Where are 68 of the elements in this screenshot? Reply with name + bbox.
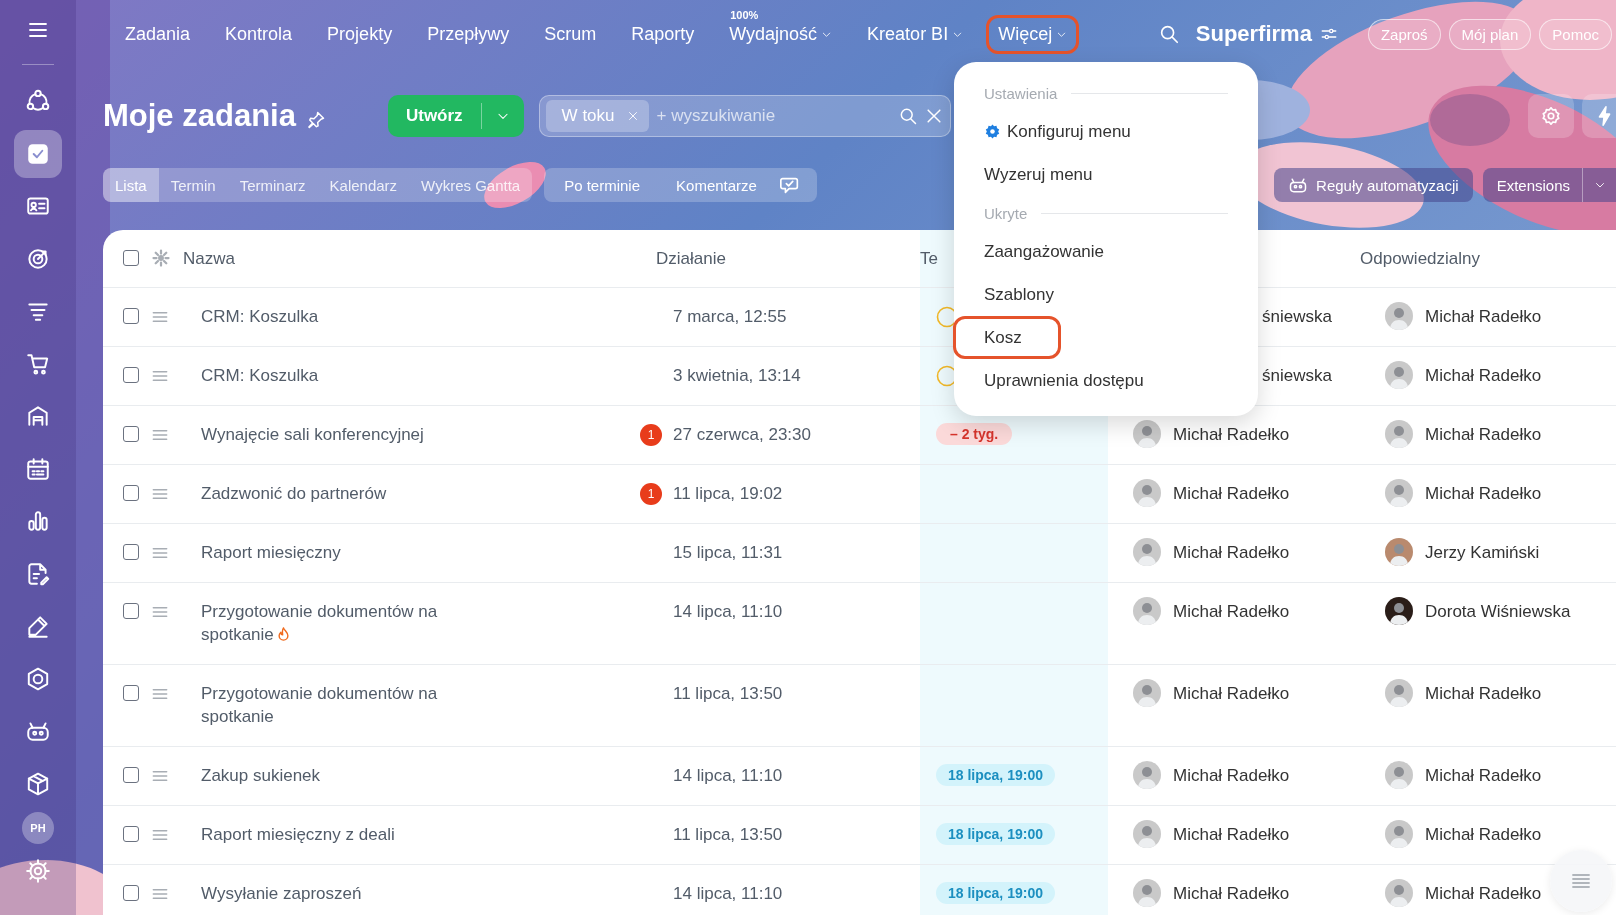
person-name[interactable]: Michał Radełko <box>1173 600 1290 623</box>
activity-date: 11 lipca, 13:50 <box>672 683 783 705</box>
activity-date: 3 kwietnia, 13:14 <box>672 365 801 387</box>
nav-item[interactable]: Projekty <box>315 14 405 54</box>
person-name[interactable]: Dorota Wiśniewska <box>1425 600 1571 623</box>
column-header[interactable]: Działanie <box>656 247 726 270</box>
activity-date: 14 lipca, 11:10 <box>672 601 783 623</box>
nav-item[interactable]: Kontrola <box>213 14 305 54</box>
person-name[interactable]: Michał Radełko <box>1425 423 1542 446</box>
task-name[interactable]: Przygotowanie dokumentów na spotkanie <box>192 600 452 646</box>
person-name[interactable]: Michał Radełko <box>1425 482 1542 505</box>
person-name[interactable]: Michał Radełko <box>1173 882 1290 905</box>
activity-date: 11 lipca, 19:02 <box>672 483 783 505</box>
column-header[interactable]: Nazwa <box>183 247 235 270</box>
menu-item[interactable]: Uprawnienia dostępu <box>982 359 1228 402</box>
menu-item[interactable]: Szablony <box>982 273 1228 316</box>
column-header[interactable]: Odpowiedzialny <box>1360 247 1480 270</box>
person-name[interactable]: Michał Radełko <box>1425 682 1542 705</box>
task-name[interactable]: Wysyłanie zaproszeń <box>192 882 362 905</box>
activity-date: 15 lipca, 11:31 <box>672 542 783 564</box>
menu-item[interactable]: Wyzeruj menu <box>982 153 1228 196</box>
comment-count: 1 <box>640 483 662 505</box>
nav-item[interactable]: Zadania <box>113 14 203 54</box>
person-name[interactable]: Michał Radełko <box>1425 764 1542 787</box>
company-name: Superfirma <box>1195 21 1312 47</box>
activity-date: 27 czerwca, 23:30 <box>672 424 811 446</box>
person-name[interactable]: Michał Radełko <box>1425 364 1542 387</box>
nav-item[interactable]: Więcej <box>986 14 1080 54</box>
activity-date: 11 lipca, 13:50 <box>672 824 783 846</box>
comment-count: 1 <box>640 424 662 446</box>
task-name[interactable]: Zadzwonić do partnerów <box>192 482 387 505</box>
activity-date: 14 lipca, 11:10 <box>672 765 783 787</box>
nav-item[interactable]: Raporty <box>619 14 707 54</box>
person-name[interactable]: Michał Radełko <box>1425 823 1542 846</box>
menu-item[interactable]: Konfiguruj menu <box>982 110 1228 153</box>
person-name[interactable]: śniewska <box>1262 305 1332 328</box>
activity-date: 14 lipca, 11:10 <box>672 883 783 905</box>
task-name[interactable]: Raport miesięczny <box>192 541 341 564</box>
task-name[interactable]: Wynajęcie sali konferencyjnej <box>192 423 424 446</box>
person-name[interactable]: Michał Radełko <box>1173 682 1290 705</box>
nav-item[interactable]: Kreator BI <box>855 14 976 54</box>
section-heading: Ustawienia <box>984 84 1058 102</box>
task-name[interactable]: CRM: Koszulka <box>192 305 319 328</box>
nav-item[interactable]: Przepływy <box>415 14 522 54</box>
task-name[interactable]: CRM: Koszulka <box>192 364 319 387</box>
automation-button[interactable]: Reguły automatyzacji <box>1274 168 1473 202</box>
person-name[interactable]: Michał Radełko <box>1425 305 1542 328</box>
task-name[interactable]: Raport miesięczny z deali <box>192 823 395 846</box>
page-title: Moje zadania <box>103 98 296 134</box>
task-name[interactable]: Zakup sukienek <box>192 764 321 787</box>
nav-item[interactable]: Scrum <box>532 14 609 54</box>
person-name[interactable]: Michał Radełko <box>1173 541 1290 564</box>
deadline-tag[interactable]: – 2 tyg. <box>936 423 1013 445</box>
extensions-button[interactable]: Extensions <box>1482 168 1582 202</box>
percent-label: 100% <box>730 8 759 21</box>
section-heading: Ukryte <box>984 204 1028 222</box>
menu-item[interactable]: Zaangażowanie <box>982 230 1228 273</box>
column-header[interactable]: Te <box>920 247 938 270</box>
person-name[interactable]: Michał Radełko <box>1173 823 1290 846</box>
person-name[interactable]: Michał Radełko <box>1173 764 1290 787</box>
person-name[interactable]: Michał Radełko <box>1425 882 1542 905</box>
menu-item[interactable]: Kosz <box>953 316 1061 359</box>
person-name[interactable]: Jerzy Kamiński <box>1425 541 1540 564</box>
person-name[interactable]: Michał Radełko <box>1173 482 1290 505</box>
task-name[interactable]: Przygotowanie dokumentów na spotkanie <box>192 682 452 728</box>
person-name[interactable]: śniewska <box>1262 364 1332 387</box>
activity-date: 7 marca, 12:55 <box>672 306 787 328</box>
person-name[interactable]: Michał Radełko <box>1173 423 1290 446</box>
